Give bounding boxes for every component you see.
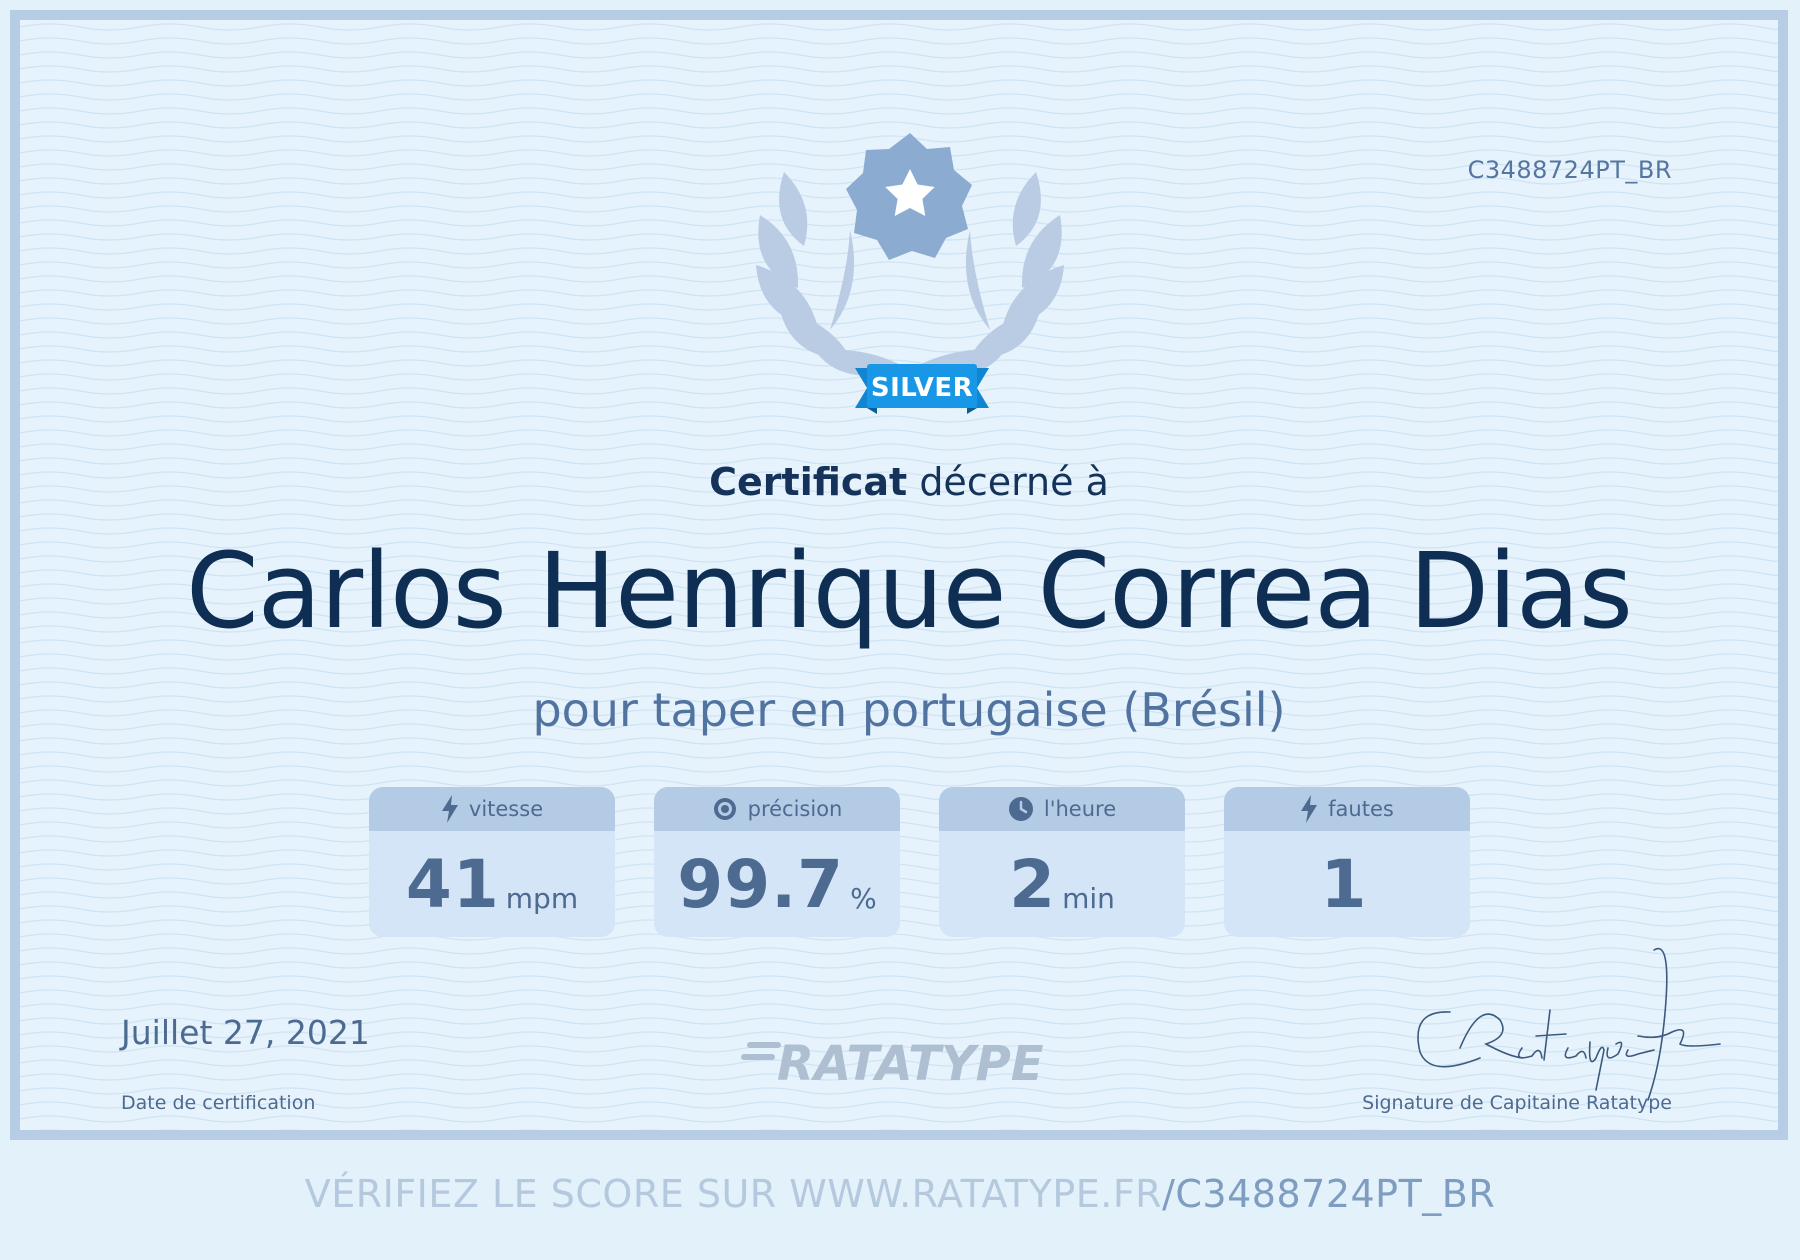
- certification-date-label: Date de certification: [121, 1092, 316, 1114]
- certification-date: Juillet 27, 2021: [121, 1013, 370, 1052]
- stat-unit: min: [1062, 881, 1115, 915]
- awarded-bold: Certificat: [709, 460, 908, 504]
- stat-label: fautes: [1328, 797, 1394, 821]
- stat-value: 1: [1320, 845, 1368, 923]
- stat-header: précision: [654, 787, 900, 831]
- ratatype-logo: RATATYPE: [741, 1036, 1044, 1090]
- verify-prefix: VÉRIFIEZ LE SCORE SUR WWW.RATATYPE.FR: [304, 1172, 1163, 1216]
- stat-header: fautes: [1224, 787, 1470, 831]
- certificate-subtitle: pour taper en portugaise (Brésil): [532, 683, 1286, 737]
- stat-header: vitesse: [369, 787, 615, 831]
- stat-label: vitesse: [468, 797, 544, 821]
- stat-value: 99.7: [677, 845, 845, 923]
- stat-label: l'heure: [1043, 797, 1117, 821]
- stat-body: 1: [1224, 831, 1470, 937]
- verify-link[interactable]: /C3488724PT_BR: [1162, 1172, 1495, 1216]
- stat-card-accuracy: précision 99.7 %: [654, 787, 900, 937]
- stat-card-errors: fautes 1: [1224, 787, 1470, 937]
- stat-body: 99.7 %: [654, 831, 900, 937]
- target-icon: [713, 798, 736, 820]
- stat-body: 41 mpm: [369, 831, 615, 937]
- stat-body: 2 min: [939, 831, 1185, 937]
- verify-line: VÉRIFIEZ LE SCORE SUR WWW.RATATYPE.FR/C3…: [0, 1172, 1800, 1216]
- lightning-icon: [1301, 795, 1318, 823]
- silver-badge: SILVER: [855, 362, 989, 414]
- awarded-line: Certificat décerné à: [20, 460, 1778, 504]
- lightning-icon: [441, 795, 458, 823]
- stat-unit: mpm: [505, 881, 579, 915]
- signature-label: Signature de Capitaine Ratatype: [1362, 1092, 1672, 1114]
- awarded-rest: décerné à: [919, 460, 1109, 504]
- stat-value: 2: [1009, 845, 1057, 923]
- stat-value: 41: [405, 845, 500, 923]
- certificate: C3488724PT_BR SILVER Certificat décerné …: [10, 10, 1788, 1140]
- stats-row: vitesse 41 mpm précision 99.7 % l'heure: [369, 787, 1470, 937]
- badge-label: SILVER: [870, 373, 974, 403]
- stat-card-time: l'heure 2 min: [939, 787, 1185, 937]
- certificate-id: C3488724PT_BR: [1467, 156, 1672, 184]
- stat-label: précision: [747, 797, 843, 821]
- stat-card-speed: vitesse 41 mpm: [369, 787, 615, 937]
- stat-header: l'heure: [939, 787, 1185, 831]
- stat-unit: %: [850, 881, 877, 915]
- logo-wordmark: RATATYPE: [777, 1036, 1044, 1090]
- clock-icon: [1008, 797, 1033, 821]
- recipient-name: Carlos Henrique Correa Dias: [186, 530, 1633, 652]
